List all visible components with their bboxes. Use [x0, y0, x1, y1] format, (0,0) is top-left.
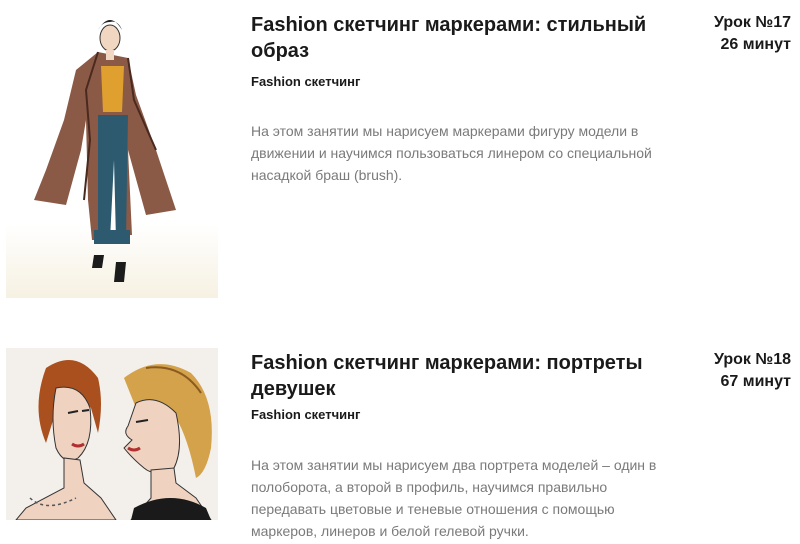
- lesson-category: Fashion скетчинг: [251, 407, 361, 422]
- lesson-card: Fashion скетчинг маркерами: портреты дев…: [0, 348, 800, 544]
- lesson-card: Fashion скетчинг маркерами: стильный обр…: [0, 0, 800, 300]
- lesson-duration: 67 минут: [720, 373, 791, 390]
- lesson-title[interactable]: Fashion скетчинг маркерами: портреты дев…: [251, 350, 671, 402]
- lesson-title[interactable]: Fashion скетчинг маркерами: стильный обр…: [251, 12, 671, 64]
- lesson-meta: Урок №18 67 минут: [714, 349, 791, 393]
- lesson-thumbnail[interactable]: [6, 0, 218, 298]
- lesson-number: Урок №17: [714, 14, 791, 31]
- lesson-duration: 26 минут: [720, 36, 791, 53]
- lesson-thumbnail[interactable]: [6, 348, 218, 520]
- lesson-description: На этом занятии мы нарисуем маркерами фи…: [251, 123, 652, 183]
- lesson-number: Урок №18: [714, 351, 791, 368]
- lesson-meta: Урок №17 26 минут: [714, 12, 791, 56]
- fashion-figure-illustration: [34, 20, 176, 282]
- lesson-description: На этом занятии мы нарисуем два портрета…: [251, 457, 657, 539]
- portraits-illustration: [15, 360, 212, 520]
- lesson-category: Fashion скетчинг: [251, 74, 361, 89]
